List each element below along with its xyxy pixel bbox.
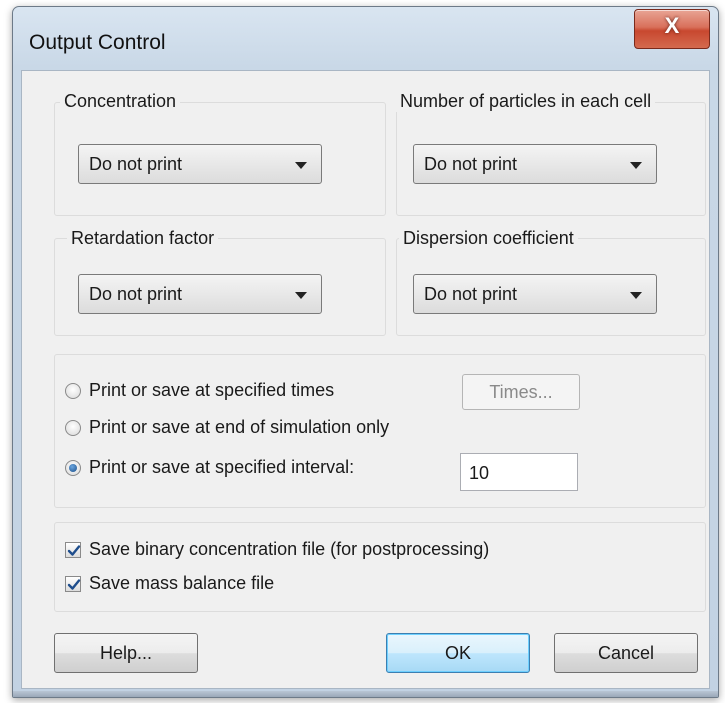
- window-bottom-border: [13, 691, 718, 697]
- dialog-client-area: Concentration Do not print Number of par…: [21, 70, 710, 689]
- retardation-label: Retardation factor: [67, 228, 219, 249]
- checkbox[interactable]: [65, 576, 81, 592]
- chevron-down-icon: [630, 292, 642, 299]
- particles-select-value: Do not print: [424, 154, 518, 174]
- help-button[interactable]: Help...: [54, 633, 198, 673]
- checkbox-label: Save mass balance file: [89, 573, 275, 593]
- radio-label: Print or save at specified interval:: [89, 457, 355, 477]
- chevron-down-icon: [295, 292, 307, 299]
- checkbox-binary-concentration[interactable]: Save binary concentration file (for post…: [65, 539, 585, 565]
- checkbox[interactable]: [65, 542, 81, 558]
- radio-button[interactable]: [65, 383, 81, 399]
- ok-button[interactable]: OK: [386, 633, 530, 673]
- cancel-button[interactable]: Cancel: [554, 633, 698, 673]
- chevron-down-icon: [630, 162, 642, 169]
- particles-label: Number of particles in each cell: [396, 91, 656, 112]
- radio-end-of-simulation[interactable]: Print or save at end of simulation only: [65, 417, 465, 443]
- radio-specified-times[interactable]: Print or save at specified times: [65, 380, 405, 406]
- chevron-down-icon: [295, 162, 307, 169]
- retardation-select[interactable]: Do not print: [78, 274, 322, 314]
- window-title: Output Control: [29, 31, 166, 54]
- radio-label: Print or save at specified times: [89, 380, 335, 400]
- radio-specified-interval[interactable]: Print or save at specified interval:: [65, 457, 445, 483]
- radio-button[interactable]: [65, 460, 81, 476]
- concentration-select[interactable]: Do not print: [78, 144, 322, 184]
- checkbox-mass-balance[interactable]: Save mass balance file: [65, 573, 365, 599]
- checkmark-icon: [67, 545, 81, 556]
- close-icon: X: [664, 13, 680, 38]
- retardation-select-value: Do not print: [89, 284, 183, 304]
- particles-select[interactable]: Do not print: [413, 144, 657, 184]
- dispersion-label: Dispersion coefficient: [399, 228, 578, 249]
- times-button[interactable]: Times...: [462, 374, 580, 410]
- radio-button[interactable]: [65, 420, 81, 436]
- concentration-select-value: Do not print: [89, 154, 183, 174]
- radio-label: Print or save at end of simulation only: [89, 417, 390, 437]
- checkmark-icon: [67, 579, 81, 590]
- dispersion-select[interactable]: Do not print: [413, 274, 657, 314]
- dispersion-select-value: Do not print: [424, 284, 518, 304]
- radio-selected-dot: [69, 464, 77, 472]
- interval-input[interactable]: 10: [460, 453, 578, 491]
- concentration-label: Concentration: [60, 91, 181, 112]
- interval-value: 10: [469, 463, 490, 483]
- checkbox-label: Save binary concentration file (for post…: [89, 539, 490, 559]
- output-control-dialog: Output Control X Concentration Do not pr…: [12, 6, 719, 698]
- close-button[interactable]: X: [634, 9, 710, 49]
